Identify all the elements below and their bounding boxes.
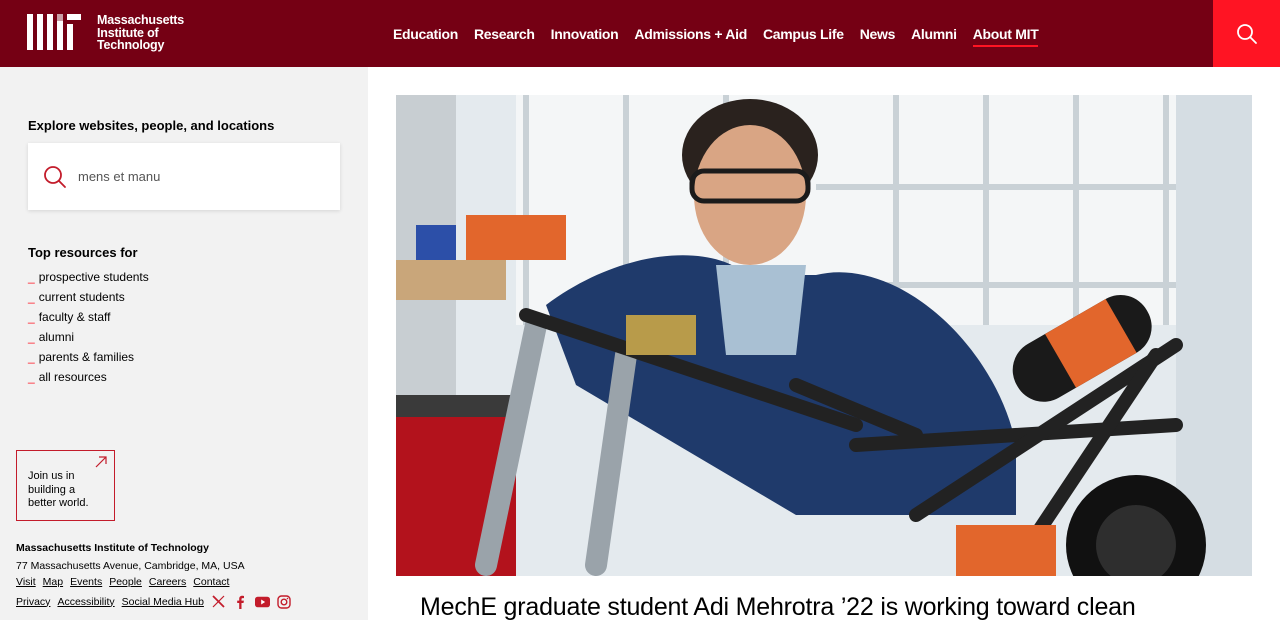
address-line: 77 Massachusetts Avenue, Cambridge, MA, … — [16, 560, 245, 572]
facebook-icon[interactable] — [233, 594, 248, 609]
nav-alumni[interactable]: Alumni — [911, 26, 957, 42]
dash-marker: _ — [28, 370, 35, 384]
sidebar: Explore websites, people, and locations … — [0, 67, 368, 620]
top-resources-title: Top resources for — [28, 245, 138, 260]
link-accessibility[interactable]: Accessibility — [57, 596, 114, 608]
nav-innovation[interactable]: Innovation — [551, 26, 619, 42]
resource-label: all resources — [38, 370, 107, 384]
address-title: Massachusetts Institute of Technology — [16, 542, 209, 554]
resource-link-all-resources[interactable]: _ all resources — [28, 367, 149, 387]
resource-label: current students — [38, 290, 125, 304]
resource-label: parents & families — [38, 350, 135, 364]
join-line-1: Join us in — [28, 470, 75, 482]
search-input-value: mens et manu — [78, 169, 161, 184]
link-privacy[interactable]: Privacy — [16, 596, 50, 608]
resource-link-parents-families[interactable]: _ parents & families — [28, 347, 149, 367]
link-contact[interactable]: Contact — [193, 576, 229, 588]
mit-logo-mark — [27, 14, 81, 50]
resource-link-faculty-staff[interactable]: _ faculty & staff — [28, 307, 149, 327]
hero-photo — [396, 95, 1252, 576]
resource-link-current-students[interactable]: _ current students — [28, 287, 149, 307]
arrow-up-right-icon — [95, 456, 107, 468]
join-us-text: Join us in building a better world. — [28, 470, 89, 511]
search-icon — [43, 165, 67, 189]
resource-label: prospective students — [38, 270, 149, 284]
main-nav: Education Research Innovation Admissions… — [385, 0, 1046, 67]
resource-label: faculty & staff — [38, 310, 111, 324]
logo-line-3: Technology — [97, 38, 165, 52]
link-map[interactable]: Map — [43, 576, 63, 588]
x-icon[interactable] — [211, 594, 226, 609]
link-careers[interactable]: Careers — [149, 576, 186, 588]
site-search-input[interactable]: mens et manu — [28, 143, 340, 210]
footer-links-row-2: Privacy Accessibility Social Media Hub — [16, 594, 299, 609]
hero-headline[interactable]: MechE graduate student Adi Mehrotra ’22 … — [420, 593, 1136, 620]
dash-marker: _ — [28, 290, 35, 304]
instagram-icon[interactable] — [277, 594, 292, 609]
search-icon — [1236, 23, 1257, 44]
link-events[interactable]: Events — [70, 576, 102, 588]
join-us-card[interactable]: Join us in building a better world. — [16, 450, 115, 521]
site-header: Massachusetts Institute of Technology Ed… — [0, 0, 1280, 67]
footer-links-row-1: Visit Map Events People Careers Contact — [16, 576, 236, 588]
nav-research[interactable]: Research — [474, 26, 535, 42]
explore-title: Explore websites, people, and locations — [28, 118, 275, 133]
dash-marker: _ — [28, 270, 35, 284]
link-people[interactable]: People — [109, 576, 142, 588]
nav-campus-life[interactable]: Campus Life — [763, 26, 844, 42]
logo-wordmark: Massachusetts Institute of Technology — [97, 14, 184, 52]
mit-logo[interactable]: Massachusetts Institute of Technology — [27, 14, 184, 52]
dash-marker: _ — [28, 330, 35, 344]
resources-list: _ prospective students _ current students … — [28, 267, 149, 387]
join-line-2: building a — [28, 483, 76, 496]
dash-marker: _ — [28, 310, 35, 324]
hero-image[interactable] — [396, 95, 1252, 576]
nav-news[interactable]: News — [860, 26, 896, 42]
youtube-icon[interactable] — [254, 594, 270, 609]
resource-label: alumni — [38, 330, 75, 344]
nav-admissions-aid[interactable]: Admissions + Aid — [634, 26, 747, 42]
link-visit[interactable]: Visit — [16, 576, 36, 588]
logo-line-1: Massachusetts — [97, 13, 185, 27]
resource-link-alumni[interactable]: _ alumni — [28, 327, 149, 347]
link-social-media-hub[interactable]: Social Media Hub — [122, 596, 204, 608]
header-search-button[interactable] — [1213, 0, 1280, 67]
nav-education[interactable]: Education — [393, 26, 458, 42]
nav-about-mit[interactable]: About MIT — [972, 26, 1039, 47]
join-line-3: better world. — [28, 497, 89, 509]
dash-marker: _ — [28, 350, 35, 364]
resource-link-prospective-students[interactable]: _ prospective students — [28, 267, 149, 287]
